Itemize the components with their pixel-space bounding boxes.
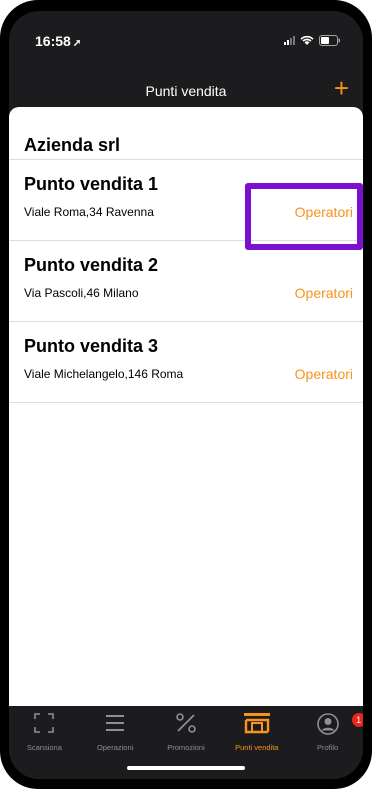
signal-icon (284, 35, 295, 45)
scan-icon (33, 712, 55, 739)
tab-label: Punti vendita (235, 743, 279, 752)
nav-bar: Punti vendita + (9, 69, 363, 107)
status-icons (284, 33, 341, 47)
list-icon (104, 712, 126, 739)
status-bar: 16:58 ➚ (9, 11, 363, 69)
company-header: Azienda srl (9, 107, 363, 160)
highlight-box (245, 183, 363, 250)
location-arrow-icon: ➚ (72, 38, 82, 49)
store-address: Viale Michelangelo,146 Roma (24, 367, 184, 381)
list-item[interactable]: Punto vendita 3 Viale Michelangelo,146 R… (9, 322, 363, 403)
tab-label: Profilo (316, 743, 339, 752)
store-address: Via Pascoli,46 Milano (24, 286, 139, 300)
tab-label: Scansiona (26, 743, 62, 752)
screen: 16:58 ➚ Punti vendita + Azienda srl Punt… (9, 11, 363, 779)
add-icon[interactable]: + (334, 75, 349, 101)
wifi-icon (300, 35, 314, 46)
status-time: 16:58 ➚ (35, 33, 81, 49)
tab-profilo[interactable]: 1 Profilo (292, 706, 363, 756)
list-item[interactable]: Punto vendita 2 Via Pascoli,46 Milano Op… (9, 241, 363, 322)
store-name: Punto vendita 3 (24, 336, 159, 356)
store-address: Viale Roma,34 Ravenna (24, 205, 154, 219)
home-indicator[interactable] (127, 766, 245, 770)
battery-icon (319, 34, 341, 46)
tab-operazioni[interactable]: Operazioni (80, 706, 151, 756)
phone-frame: 16:58 ➚ Punti vendita + Azienda srl Punt… (0, 0, 372, 789)
tab-scansiona[interactable]: Scansiona (9, 706, 80, 756)
percent-icon (175, 712, 197, 739)
store-name: Punto vendita 2 (24, 255, 159, 275)
store-icon (243, 712, 271, 739)
page-title: Punti vendita (145, 83, 227, 99)
tab-punti-vendita[interactable]: Punti vendita (221, 706, 292, 756)
tab-promozioni[interactable]: Promozioni (151, 706, 222, 756)
notification-badge: 1 (351, 713, 363, 727)
tab-label: Promozioni (167, 743, 205, 752)
tab-label: Operazioni (97, 743, 134, 752)
time-text: 16:58 (35, 33, 71, 49)
company-name: Azienda srl (24, 135, 121, 155)
operators-button[interactable]: Operatori (295, 366, 353, 382)
store-name: Punto vendita 1 (24, 174, 159, 194)
operators-button[interactable]: Operatori (295, 285, 353, 301)
profile-icon: 1 (316, 712, 363, 741)
